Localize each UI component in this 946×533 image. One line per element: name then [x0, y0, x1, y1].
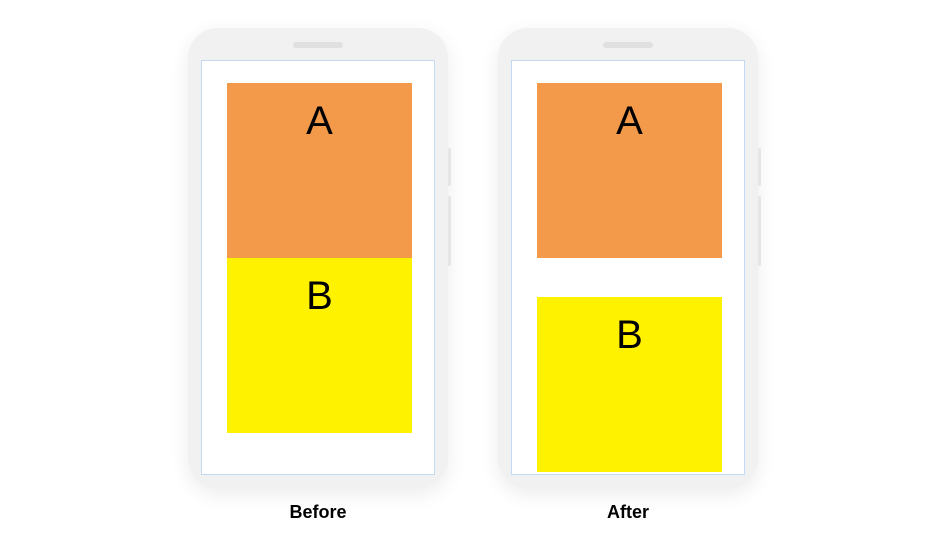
phone-speaker — [293, 42, 343, 48]
after-phone-container: A B After — [498, 28, 758, 523]
before-phone-container: A B Before — [188, 28, 448, 523]
block-a-after: A — [537, 83, 722, 258]
block-b-label: B — [306, 274, 333, 433]
block-b-label: B — [616, 313, 643, 472]
phone-side-button — [758, 196, 761, 266]
phone-frame-after: A B — [498, 28, 758, 488]
phone-screen-before: A B — [201, 60, 435, 475]
phone-side-button — [448, 148, 451, 186]
block-a-before: A — [227, 83, 412, 258]
block-b-before: B — [227, 258, 412, 433]
block-a-label: A — [616, 99, 643, 258]
phone-speaker — [603, 42, 653, 48]
block-b-after: B — [537, 297, 722, 472]
phone-frame-before: A B — [188, 28, 448, 488]
caption-before: Before — [289, 502, 346, 523]
phone-side-button — [758, 148, 761, 186]
block-a-label: A — [306, 99, 333, 258]
phone-side-button — [448, 196, 451, 266]
phone-screen-after: A B — [511, 60, 745, 475]
caption-after: After — [607, 502, 649, 523]
